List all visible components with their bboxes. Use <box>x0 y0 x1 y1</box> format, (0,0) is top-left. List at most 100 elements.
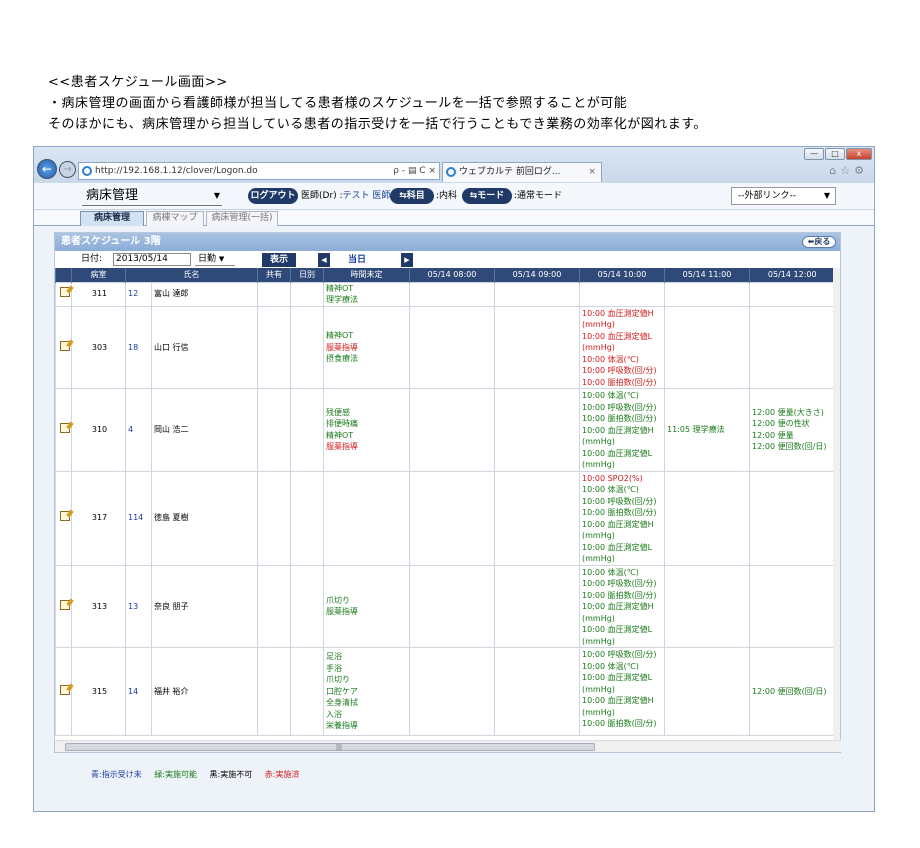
forward-button[interactable]: → <box>59 161 76 178</box>
patient-id-cell[interactable]: 13 <box>125 564 152 648</box>
schedule-item[interactable]: 10:00 脈拍数(回/分) <box>582 507 664 519</box>
schedule-item[interactable]: 11:05 理学療法 <box>667 424 749 436</box>
schedule-item[interactable]: 10:00 血圧測定値H <box>582 695 664 707</box>
schedule-item[interactable]: 足浴 <box>326 651 409 663</box>
patient-name-cell[interactable]: 徳島 夏樹 <box>151 470 258 566</box>
schedule-item[interactable]: 10:00 体温(℃) <box>582 390 664 402</box>
shift-select[interactable]: 日勤 ▼ <box>195 253 235 266</box>
horizontal-scroll-thumb[interactable]: ||| <box>65 743 595 751</box>
horizontal-scrollbar[interactable]: ||| <box>55 740 841 752</box>
schedule-item[interactable]: 12:00 便の性状 <box>752 418 834 430</box>
logout-button[interactable]: ログアウト <box>248 188 298 204</box>
address-bar[interactable]: http://192.168.1.12/clover/Logon.do ρ - … <box>78 162 440 180</box>
memo-cell[interactable] <box>55 281 72 307</box>
schedule-item[interactable]: 12:00 便回数(回/日) <box>752 686 834 698</box>
browser-tab[interactable]: ウェブカルテ 前回ログ... × <box>442 162 602 182</box>
schedule-item[interactable]: (mmHg) <box>582 707 664 719</box>
schedule-item[interactable]: 10:00 体温(℃) <box>582 661 664 673</box>
memo-cell[interactable] <box>55 564 72 648</box>
schedule-item[interactable]: 精神OT <box>326 330 409 342</box>
schedule-item[interactable]: (mmHg) <box>582 459 664 471</box>
schedule-item[interactable]: (mmHg) <box>582 319 664 331</box>
schedule-item[interactable]: 10:00 血圧測定値H <box>582 308 664 320</box>
schedule-item[interactable]: 10:00 体温(℃) <box>582 354 664 366</box>
return-button[interactable]: ⬅戻る <box>802 236 836 248</box>
schedule-item[interactable]: 全身清拭 <box>326 697 409 709</box>
schedule-item[interactable]: 手浴 <box>326 663 409 675</box>
schedule-item[interactable]: (mmHg) <box>582 436 664 448</box>
schedule-item[interactable]: 10:00 呼吸数(回/分) <box>582 365 664 377</box>
tab-bed-management[interactable]: 病床管理 <box>80 211 144 226</box>
vertical-scrollbar[interactable] <box>833 268 840 740</box>
table-row[interactable]: 310 4 岡山 浩二 残便感 排便時痛 精神OT 服薬指導 10:00 体温(℃) 10:00… <box>55 388 835 472</box>
schedule-item[interactable]: 栄養指導 <box>326 720 409 732</box>
schedule-item[interactable]: 10:00 脈拍数(回/分) <box>582 413 664 425</box>
table-row[interactable]: 313 13 奈良 朋子 爪切り 服薬指導 10:00 体温(℃) 10:00 呼吸数(回/… <box>55 564 835 648</box>
schedule-item[interactable]: (mmHg) <box>582 636 664 648</box>
patient-name-cell[interactable]: 山口 行信 <box>151 305 258 389</box>
patient-id-cell[interactable]: 14 <box>125 647 152 736</box>
external-links-select[interactable]: --外部リンク-- ▼ <box>731 187 836 205</box>
date-input[interactable]: 2013/05/14 <box>113 253 191 266</box>
table-row[interactable]: 317 114 徳島 夏樹 10:00 SPO2(%) 10:00 体温(℃) 10:00… <box>55 470 835 566</box>
patient-name-cell[interactable]: 岡山 浩二 <box>151 388 258 472</box>
schedule-item[interactable]: 10:00 血圧測定値H <box>582 519 664 531</box>
schedule-item[interactable]: 入浴 <box>326 709 409 721</box>
close-window-button[interactable]: x <box>846 148 872 160</box>
schedule-item[interactable]: 10:00 脈拍数(回/分) <box>582 590 664 602</box>
schedule-item[interactable]: 10:00 血圧測定値L <box>582 542 664 554</box>
patient-name-cell[interactable]: 富山 達郎 <box>151 281 258 307</box>
memo-edit-icon[interactable] <box>59 340 70 351</box>
memo-cell[interactable] <box>55 388 72 472</box>
memo-edit-icon[interactable] <box>59 684 70 695</box>
schedule-item[interactable]: 10:00 脈拍数(回/分) <box>582 718 664 730</box>
tab-close-icon[interactable]: × <box>588 163 596 181</box>
memo-cell[interactable] <box>55 470 72 566</box>
schedule-item[interactable]: 10:00 呼吸数(回/分) <box>582 649 664 661</box>
patient-id-cell[interactable]: 12 <box>125 281 152 307</box>
schedule-item[interactable]: 精神OT <box>326 283 409 295</box>
schedule-item[interactable]: 10:00 血圧測定値H <box>582 601 664 613</box>
patient-name-cell[interactable]: 奈良 朋子 <box>151 564 258 648</box>
schedule-item[interactable]: 服薬指導 <box>326 606 409 618</box>
schedule-item[interactable]: 10:00 血圧測定値L <box>582 331 664 343</box>
home-star-gear-icons[interactable]: ⌂☆⚙ <box>829 164 868 177</box>
schedule-item[interactable]: (mmHg) <box>582 684 664 696</box>
schedule-item[interactable]: 12:00 便量 <box>752 430 834 442</box>
schedule-item[interactable]: 10:00 血圧測定値H <box>582 425 664 437</box>
address-actions-icon[interactable]: ρ - ▤ C × <box>393 163 436 179</box>
schedule-item[interactable]: 10:00 SPO2(%) <box>582 473 664 485</box>
table-row[interactable]: 315 14 福井 裕介 足浴 手浴 爪切り 口腔ケア 全身清拭 入浴 栄養指導 10:00 呼吸数… <box>55 647 835 736</box>
schedule-item[interactable]: (mmHg) <box>582 342 664 354</box>
next-day-button[interactable]: ▶ <box>401 253 413 267</box>
schedule-item[interactable]: 爪切り <box>326 595 409 607</box>
memo-edit-icon[interactable] <box>59 423 70 433</box>
memo-edit-icon[interactable] <box>59 287 70 298</box>
memo-edit-icon[interactable] <box>59 511 70 522</box>
patient-id-cell[interactable]: 18 <box>125 305 152 389</box>
schedule-item[interactable]: 服薬指導 <box>326 342 409 354</box>
patient-id-cell[interactable]: 4 <box>125 388 152 472</box>
schedule-item[interactable]: (mmHg) <box>582 613 664 625</box>
tab-bed-management-bulk[interactable]: 病床管理(一括) <box>206 211 278 226</box>
department-button[interactable]: ⇆科目 <box>390 188 434 204</box>
table-row[interactable]: 311 12 富山 達郎 精神OT 理学療法 <box>55 281 835 307</box>
memo-cell[interactable] <box>55 305 72 389</box>
patient-name-cell[interactable]: 福井 裕介 <box>151 647 258 736</box>
schedule-item[interactable]: 10:00 体温(℃) <box>582 484 664 496</box>
schedule-item[interactable]: 10:00 体温(℃) <box>582 567 664 579</box>
schedule-item[interactable]: 10:00 呼吸数(回/分) <box>582 496 664 508</box>
schedule-item[interactable]: 排便時痛 <box>326 418 409 430</box>
schedule-item[interactable]: 服薬指導 <box>326 441 409 453</box>
schedule-item[interactable]: 10:00 血圧測定値L <box>582 448 664 460</box>
schedule-item[interactable]: 残便感 <box>326 407 409 419</box>
ward-select[interactable]: 病床管理 ▼ <box>82 186 222 206</box>
memo-edit-icon[interactable] <box>59 599 70 610</box>
schedule-item[interactable]: 12:00 便回数(回/日) <box>752 441 834 453</box>
schedule-item[interactable]: 12:00 便量(大きさ) <box>752 407 834 419</box>
previous-day-button[interactable]: ◀ <box>318 253 330 267</box>
schedule-item[interactable]: 口腔ケア <box>326 686 409 698</box>
show-button[interactable]: 表示 <box>262 253 296 267</box>
schedule-item[interactable]: 10:00 血圧測定値L <box>582 624 664 636</box>
patient-id-cell[interactable]: 114 <box>125 470 152 566</box>
